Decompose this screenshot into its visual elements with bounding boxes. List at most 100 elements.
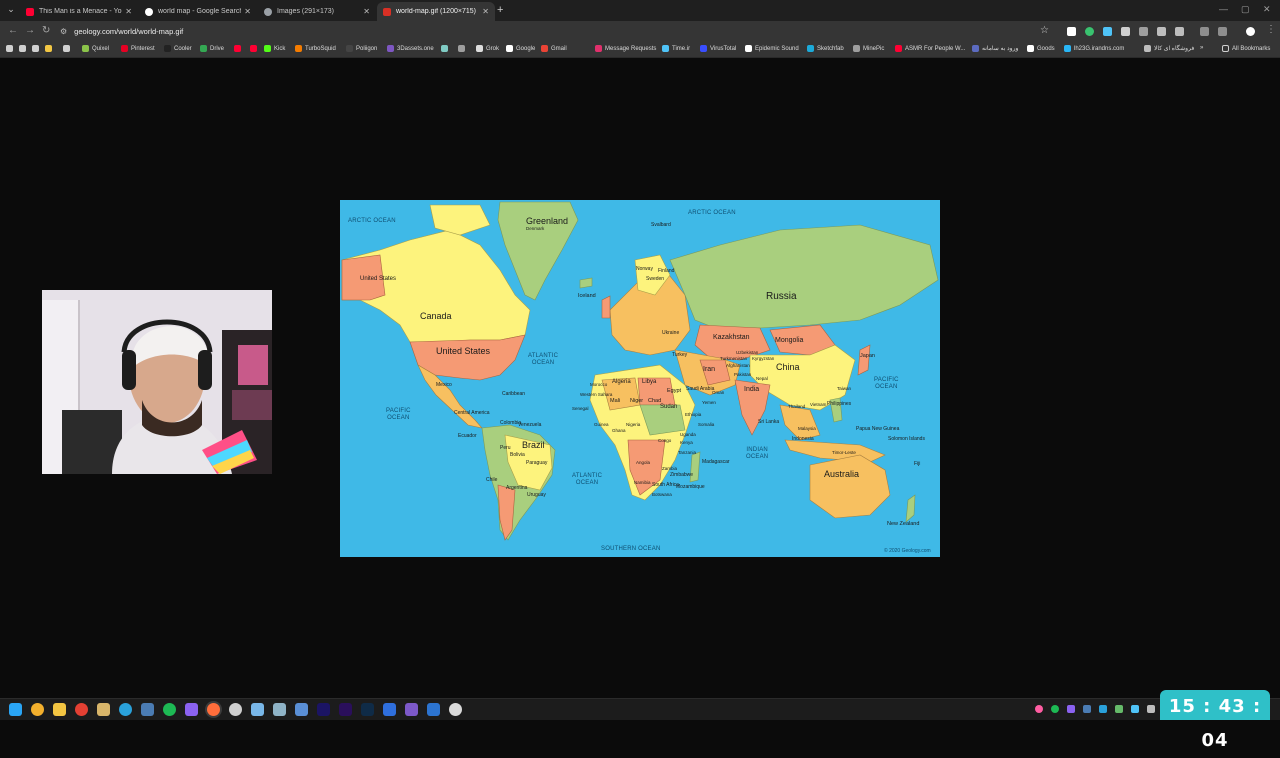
tray-icon[interactable] — [1035, 705, 1043, 713]
app-icon[interactable] — [273, 703, 286, 716]
discord-icon[interactable] — [185, 703, 198, 716]
extension-icon[interactable] — [1085, 27, 1094, 36]
bookmark-kick[interactable]: Kick — [264, 45, 285, 52]
bookmark-icon-only[interactable] — [250, 45, 260, 52]
tray-icon[interactable] — [1147, 705, 1155, 713]
url-text: geology.com/world/world-map.gif — [74, 27, 184, 36]
tray-icon[interactable] — [1051, 705, 1059, 713]
bookmark-quixel[interactable]: Quixel — [82, 45, 109, 52]
puzzle-icon[interactable] — [1175, 27, 1184, 36]
telegram-icon[interactable] — [119, 703, 132, 716]
bookmark-label: Pinterest — [131, 45, 155, 52]
extension-icon[interactable] — [1200, 27, 1209, 36]
all-bookmarks-button[interactable]: All Bookmarks — [1222, 45, 1270, 52]
close-icon[interactable]: ✕ — [363, 7, 370, 16]
bookmark-message-requests[interactable]: Message Requests — [595, 45, 656, 52]
bookmark-epidemic-sound[interactable]: Epidemic Sound — [745, 45, 799, 52]
tab-search-button[interactable]: ⌄ — [4, 4, 18, 17]
country-label: Tanzania — [678, 450, 697, 455]
tray-icon[interactable] — [1067, 705, 1075, 713]
app-icon[interactable] — [383, 703, 396, 716]
bookmark-[interactable]: فروشگاه ای کالا — [1144, 45, 1194, 52]
forward-icon[interactable]: → — [25, 25, 35, 36]
bookmark-asmr-for-people-w[interactable]: ASMR For People W... — [895, 45, 965, 52]
bookmark-google[interactable]: Google — [506, 45, 535, 52]
tab-google-search[interactable]: world map - Google Search ✕ — [139, 2, 257, 21]
country-label: Botswana — [652, 492, 672, 497]
extension-icon[interactable] — [1067, 27, 1076, 36]
bookmark-[interactable]: ورود به سامانه — [972, 45, 1018, 52]
extension-icon[interactable] — [1157, 27, 1166, 36]
country-label: Venezuela — [518, 422, 542, 428]
extension-icon[interactable] — [1218, 27, 1227, 36]
folder-icon[interactable] — [53, 703, 66, 716]
bookmark-sketchfab[interactable]: Sketchfab — [807, 45, 844, 52]
extension-icon[interactable] — [1139, 27, 1148, 36]
obs-icon[interactable] — [229, 703, 242, 716]
shield-icon[interactable] — [1121, 27, 1130, 36]
menu-icon[interactable]: ⋮ — [1266, 24, 1276, 35]
premiere-icon[interactable] — [339, 703, 352, 716]
bookmark-icon-only[interactable] — [458, 45, 468, 52]
bookmark-label: VirusTotal — [710, 45, 737, 52]
app-icon[interactable] — [449, 703, 462, 716]
bookmark-pinterest[interactable]: Pinterest — [121, 45, 155, 52]
minimize-icon[interactable]: — — [1219, 4, 1228, 14]
photoshop-icon[interactable] — [361, 703, 374, 716]
bookmark-gmail[interactable]: Gmail — [541, 45, 567, 52]
tray-icon[interactable] — [1115, 705, 1123, 713]
close-icon[interactable]: ✕ — [244, 7, 251, 16]
bookmark-icon-only[interactable] — [45, 45, 55, 52]
tray-icon[interactable] — [1083, 705, 1091, 713]
bookmark-goods[interactable]: Goods — [1027, 45, 1055, 52]
close-icon[interactable]: ✕ — [125, 7, 132, 16]
chrome-active-icon[interactable] — [207, 703, 220, 716]
profile-avatar-icon[interactable] — [1246, 27, 1255, 36]
app-icon[interactable] — [405, 703, 418, 716]
bookmark-star-icon[interactable]: ☆ — [1040, 25, 1049, 36]
tab-images[interactable]: Images (291×173) ✕ — [258, 2, 376, 21]
extension-icon[interactable] — [1103, 27, 1112, 36]
address-bar[interactable]: ⚙ geology.com/world/world-map.gif — [60, 23, 1060, 40]
bookmark-favicon-icon — [200, 45, 207, 52]
back-icon[interactable]: ← — [8, 25, 18, 36]
bookmark-turbosquid[interactable]: TurboSquid — [295, 45, 336, 52]
tab-world-map[interactable]: world-map.gif (1200×715) ✕ — [377, 2, 495, 21]
app-icon[interactable] — [251, 703, 264, 716]
tray-icon[interactable] — [1099, 705, 1107, 713]
app-icon[interactable] — [295, 703, 308, 716]
bookmark-cooler[interactable]: Cooler — [164, 45, 192, 52]
tab-youtube[interactable]: This Man is a Menace - YouTube ✕ — [20, 2, 138, 21]
close-icon[interactable]: ✕ — [482, 7, 489, 16]
bookmark-virustotal[interactable]: VirusTotal — [700, 45, 736, 52]
bookmark-drive[interactable]: Drive — [200, 45, 224, 52]
bookmark-time-ir[interactable]: Time.ir — [662, 45, 690, 52]
app-icon[interactable] — [97, 703, 110, 716]
bookmark-label: فروشگاه ای کالا — [1154, 46, 1195, 52]
bookmark-icon-only[interactable] — [19, 45, 29, 52]
bookmark-poliigon[interactable]: Poliigon — [346, 45, 377, 52]
start-icon[interactable] — [9, 703, 22, 716]
new-tab-button[interactable]: + — [497, 4, 503, 16]
search-icon[interactable] — [31, 703, 44, 716]
bookmark-grok[interactable]: Grok — [476, 45, 499, 52]
reload-icon[interactable]: ↻ — [42, 25, 50, 36]
bookmark-3dassets-one[interactable]: 3Dassets.one — [387, 45, 434, 52]
after-effects-icon[interactable] — [317, 703, 330, 716]
steam-icon[interactable] — [141, 703, 154, 716]
spotify-icon[interactable] — [163, 703, 176, 716]
window-close-icon[interactable]: ✕ — [1263, 4, 1271, 15]
app-icon[interactable] — [427, 703, 440, 716]
bookmark-icon-only[interactable] — [63, 45, 73, 52]
bookmarks-overflow-icon[interactable]: » — [1200, 45, 1203, 51]
bookmark-icon-only[interactable] — [32, 45, 42, 52]
bookmark-icon-only[interactable] — [441, 45, 451, 52]
chrome-icon[interactable] — [75, 703, 88, 716]
maximize-icon[interactable]: ▢ — [1241, 4, 1250, 15]
site-info-icon[interactable]: ⚙ — [60, 27, 67, 36]
bookmark-icon-only[interactable] — [234, 45, 244, 52]
tray-icon[interactable] — [1131, 705, 1139, 713]
bookmark-icon-only[interactable] — [6, 45, 16, 52]
bookmark-minepic[interactable]: MinePic — [853, 45, 884, 52]
bookmark-lh23g-irandns-com[interactable]: lh23G.irandns.com — [1064, 45, 1124, 52]
